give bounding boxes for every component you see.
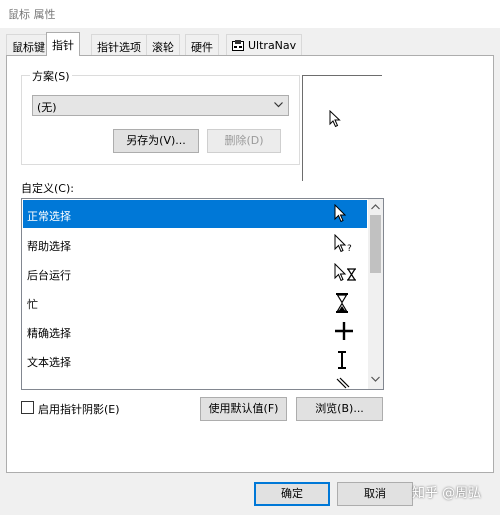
browse-button[interactable]: 浏览(B)... (296, 397, 383, 421)
working-in-background-cursor-icon (334, 263, 356, 282)
delete-button[interactable]: 删除(D) (207, 129, 281, 153)
list-item-label: 文本选择 (27, 356, 71, 369)
window-title: 鼠标 属性 (8, 8, 56, 21)
text-ibeam-cursor-icon (338, 351, 346, 369)
ok-button[interactable]: 确定 (254, 482, 330, 506)
arrow-cursor-icon (329, 110, 341, 128)
pointer-shadow-checkbox[interactable] (21, 401, 34, 414)
list-item-label: 正常选择 (27, 210, 71, 223)
scroll-up-arrow-icon[interactable] (371, 204, 380, 210)
tab-label: 鼠标键 (12, 41, 45, 54)
save-as-button[interactable]: 另存为(V)... (113, 129, 199, 153)
title-bar: 鼠标 属性 (0, 0, 500, 28)
tab-pointer-options[interactable]: 指针选项 (91, 34, 147, 55)
vertical-scrollbar[interactable] (368, 199, 383, 389)
list-item-label: 忙 (27, 298, 38, 311)
list-item[interactable]: 忙 (23, 288, 367, 316)
crosshair-cursor-icon (335, 322, 353, 340)
tab-wheel[interactable]: 滚轮 (146, 34, 180, 55)
tab-mouse-buttons[interactable]: 鼠标键 (6, 34, 51, 55)
scheme-selected-value: (无) (37, 101, 57, 114)
tab-ultranav[interactable]: UltraNav (226, 34, 303, 55)
tab-hardware[interactable]: 硬件 (185, 34, 219, 55)
scroll-down-arrow-icon[interactable] (371, 376, 380, 382)
watermark: 知乎 @周弘 (412, 486, 482, 501)
cancel-button[interactable]: 取消 (337, 482, 413, 506)
scheme-dropdown[interactable]: (无) (32, 95, 289, 116)
help-cursor-icon: ? (334, 234, 352, 254)
tab-pointers[interactable]: 指针 (46, 32, 80, 56)
list-item-label: 后台运行 (27, 269, 71, 282)
list-item[interactable]: 精确选择 (23, 317, 367, 345)
busy-hourglass-cursor-icon (336, 293, 348, 313)
scheme-group-label: 方案(S) (30, 68, 72, 84)
pointer-shadow-label: 启用指针阴影(E) (38, 403, 120, 416)
customize-label: 自定义(C): (21, 182, 74, 195)
list-item[interactable] (23, 375, 367, 389)
cursor-preview (302, 75, 382, 181)
list-item[interactable]: 文本选择 (23, 346, 367, 374)
tab-label: 硬件 (191, 41, 213, 54)
scheme-group: 方案(S) (无) 另存为(V)... 删除(D) (21, 68, 300, 165)
scrollbar-thumb[interactable] (370, 215, 381, 273)
arrow-cursor-icon (334, 204, 347, 223)
svg-text:?: ? (347, 244, 352, 254)
list-item[interactable]: 正常选择 (23, 200, 367, 228)
pointers-panel: 方案(S) (无) 另存为(V)... 删除(D) 自定义(C): 正常选择 帮… (6, 55, 494, 473)
tab-label: UltraNav (248, 39, 297, 52)
handwriting-cursor-icon (336, 377, 350, 389)
list-item-label: 精确选择 (27, 327, 71, 340)
ultranav-icon (232, 40, 244, 51)
cursor-list[interactable]: 正常选择 帮助选择 ? 后台运行 忙 精确选择 文本选择 (21, 198, 384, 390)
chevron-down-icon (274, 102, 283, 108)
tab-label: 滚轮 (152, 41, 174, 54)
tab-label: 指针 (52, 39, 74, 52)
list-item[interactable]: 后台运行 (23, 259, 367, 287)
list-item[interactable]: 帮助选择 ? (23, 230, 367, 258)
tab-label: 指针选项 (97, 41, 141, 54)
list-item-label: 帮助选择 (27, 240, 71, 253)
use-default-button[interactable]: 使用默认值(F) (200, 397, 287, 421)
